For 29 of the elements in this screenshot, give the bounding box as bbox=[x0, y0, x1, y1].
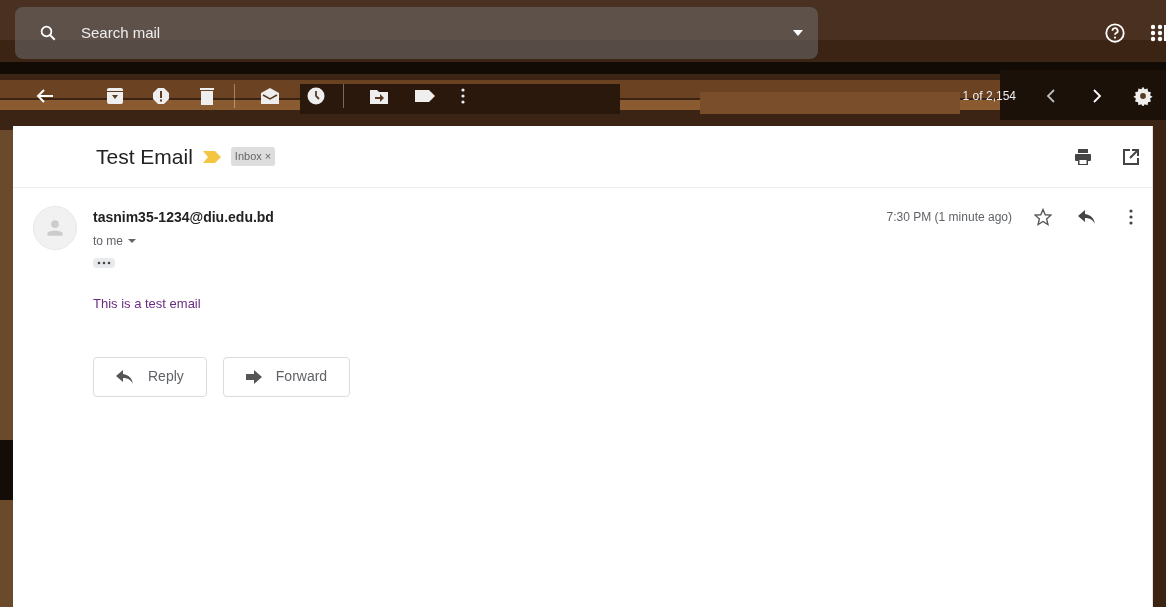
chevron-right-icon[interactable] bbox=[1092, 89, 1102, 103]
search-input[interactable]: Search mail bbox=[79, 20, 770, 46]
email-subject: Test Email bbox=[96, 143, 193, 170]
recipient-text: to me bbox=[93, 233, 123, 250]
help-icon[interactable] bbox=[1104, 22, 1126, 44]
avatar-icon bbox=[33, 206, 77, 250]
sender-address: tasnim35-1234@diu.edu.bd bbox=[93, 207, 274, 227]
star-button[interactable] bbox=[1032, 206, 1054, 228]
settings-icon[interactable] bbox=[1132, 85, 1154, 107]
forward-icon[interactable] bbox=[245, 369, 262, 384]
forward-button[interactable]: Forward bbox=[222, 356, 351, 397]
caret-icon[interactable] bbox=[127, 238, 137, 244]
reply-button[interactable]: Reply bbox=[93, 356, 207, 397]
dropdown-icon[interactable] bbox=[792, 29, 804, 37]
apps-icon[interactable] bbox=[1150, 23, 1166, 43]
more-icon[interactable] bbox=[461, 88, 465, 104]
reply-icon[interactable] bbox=[116, 369, 134, 384]
pagination-count: 1 of 2,154 bbox=[962, 88, 1016, 105]
archive-button[interactable] bbox=[104, 85, 126, 107]
label-tag[interactable]: Inbox × bbox=[230, 147, 276, 166]
message-time: 7:30 PM (1 minute ago) bbox=[886, 209, 1012, 226]
snooze-button[interactable] bbox=[305, 85, 327, 107]
email-body: This is a test email bbox=[93, 295, 202, 313]
search-field[interactable]: Search mail bbox=[15, 7, 818, 59]
search-icon[interactable] bbox=[39, 24, 57, 42]
mark-unread-button[interactable] bbox=[259, 85, 281, 107]
chevron-left-icon[interactable] bbox=[1046, 89, 1056, 103]
show-trimmed-icon[interactable] bbox=[93, 258, 115, 268]
spam-button[interactable] bbox=[150, 85, 172, 107]
